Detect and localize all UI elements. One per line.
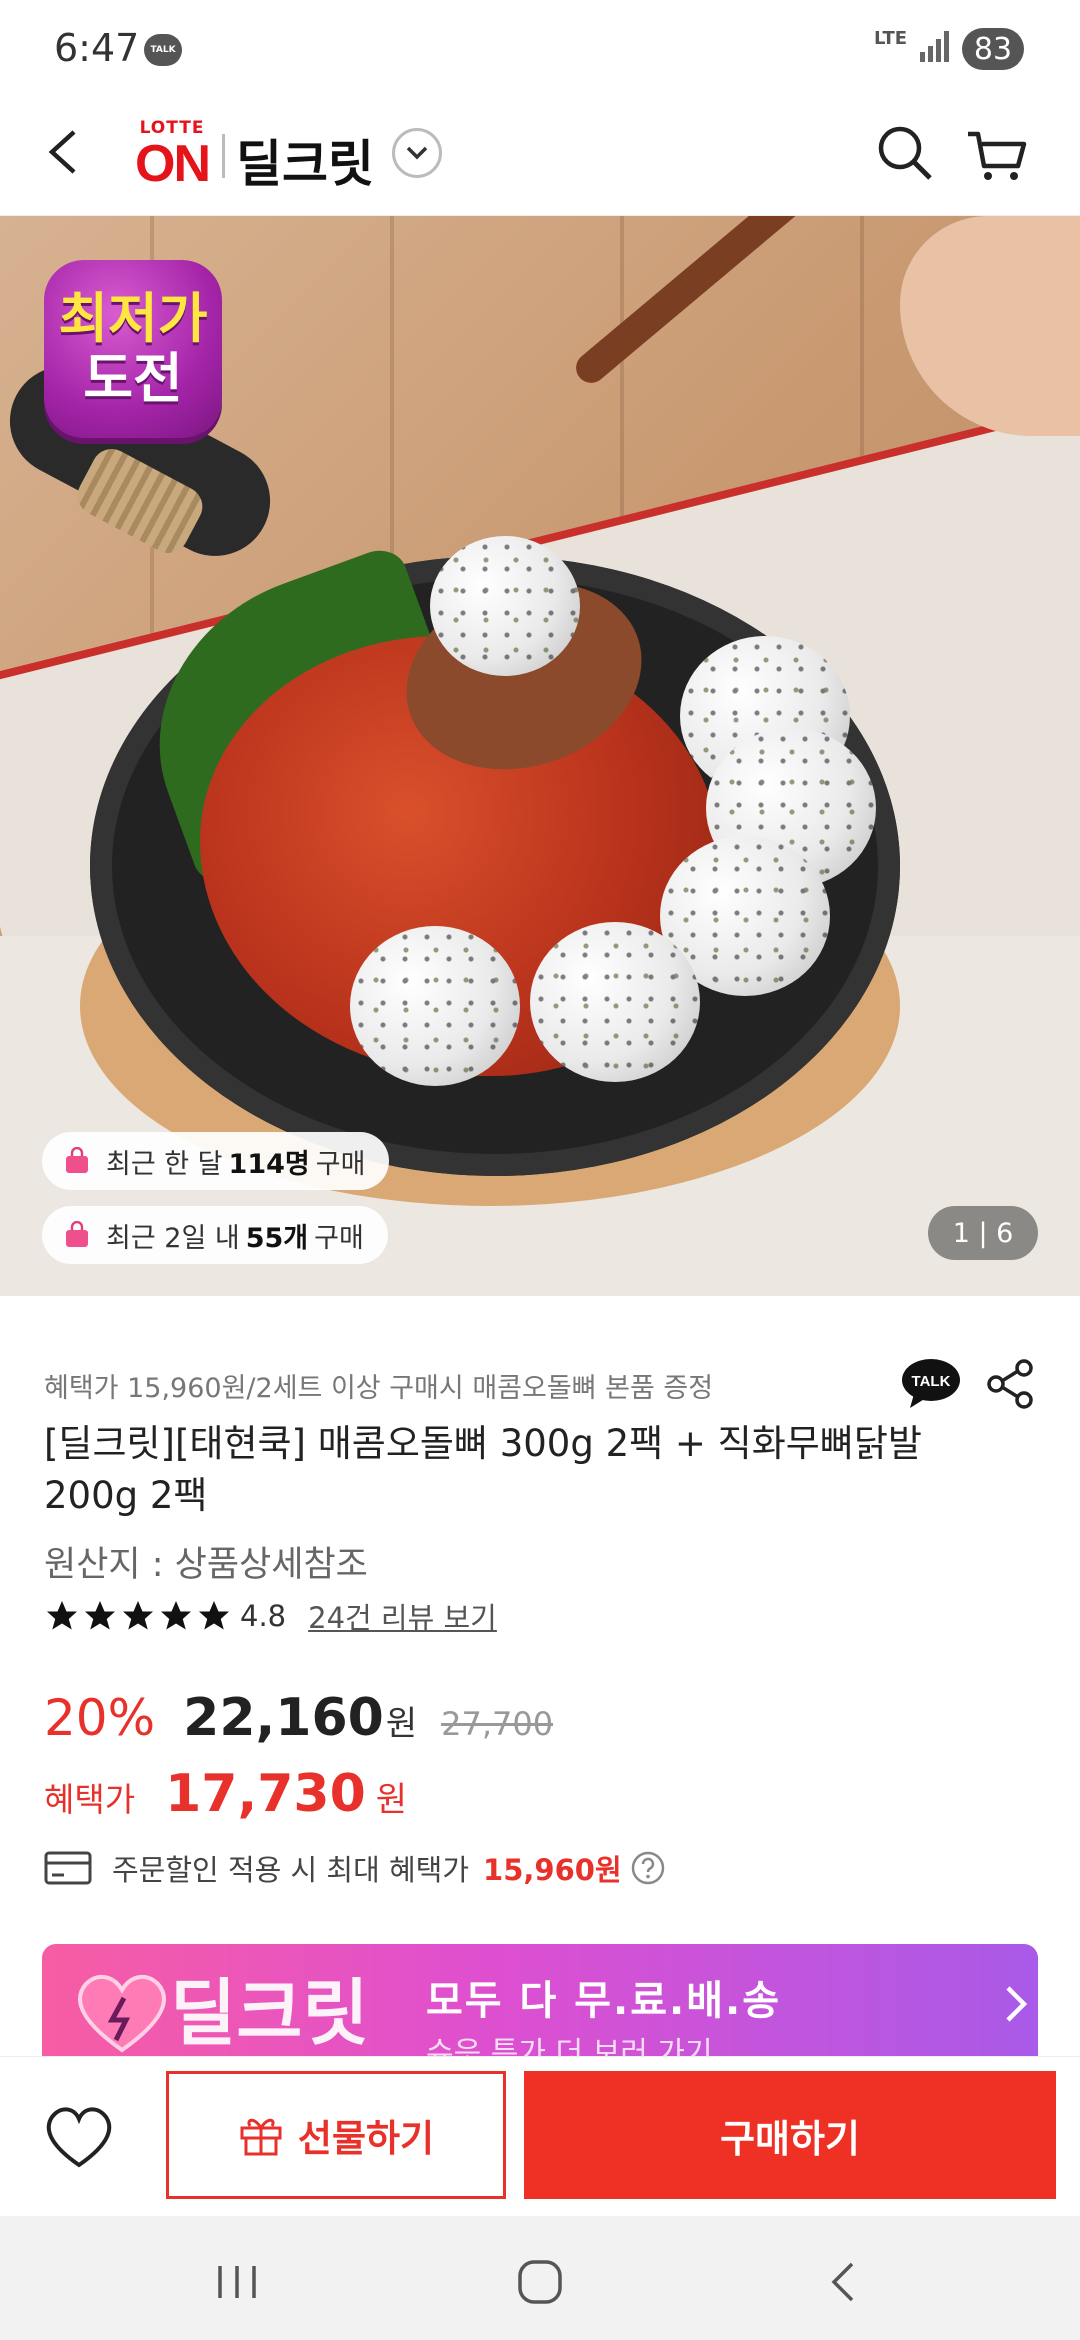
credit-card-icon: [44, 1851, 92, 1885]
lowest-price-challenge-badge: 최저가 도전: [44, 260, 222, 438]
promo-subtitle: 슈읏 특가 더 보러 가기: [426, 2036, 713, 2056]
help-icon[interactable]: [630, 1850, 666, 1886]
signal-icon: [920, 31, 949, 62]
promo-brand: 딜크릿: [170, 1971, 369, 2055]
talk-icon-label: TALK: [912, 1373, 951, 1390]
star-icon: [199, 1601, 229, 1630]
system-back-icon[interactable]: [822, 2256, 862, 2308]
star-icon: [123, 1601, 153, 1630]
product-origin: 원산지 : 상품상세참조: [44, 1545, 368, 1585]
heart-icon[interactable]: [40, 2101, 118, 2173]
promo-title: 모두 다 무.료.배.송: [426, 1978, 782, 2024]
benefit-price-row: 혜택가 17,730 원: [44, 1764, 407, 1834]
product-detail-screen: 6:47 TALK LTE 83 LOTTE ON 딜크릿 최저가 도전 최근 …: [0, 0, 1080, 2340]
price-row: 20% 22,160 원 27,700: [44, 1688, 553, 1754]
talk-chat-icon[interactable]: TALK: [900, 1356, 962, 1412]
sale-price: 22,160: [183, 1688, 384, 1748]
stat-suffix: 구매: [314, 1222, 364, 1254]
buy-button-label: 구매하기: [720, 2116, 860, 2161]
product-title: [딜크릿][태현쿡] 매콤오돌뼈 300g 2팩 + 직화무뼈닭발 200g 2…: [44, 1422, 922, 1517]
brand-dropdown-button[interactable]: [392, 128, 442, 178]
stat-value: 114명: [228, 1148, 310, 1180]
purchase-stat-month: 최근 한 달 114명 구매: [42, 1132, 390, 1190]
app-header: LOTTE ON 딜크릿: [0, 100, 1080, 216]
badge-line1: 최저가: [58, 287, 208, 350]
benefit-price-label: 혜택가: [44, 1780, 136, 1819]
stat-prefix: 최근 한 달: [106, 1148, 223, 1180]
badge-line2: 도전: [83, 347, 183, 410]
gift-button-label: 선물하기: [297, 2117, 435, 2160]
rating-value: 4.8: [240, 1599, 287, 1633]
max-benefit-text: 주문할인 적용 시 최대 혜택가: [112, 1853, 470, 1887]
hand: [900, 216, 1080, 436]
brand-title[interactable]: 딜크릿: [236, 124, 374, 196]
purchase-stat-2days: 최근 2일 내 55개 구매: [42, 1206, 388, 1264]
image-page-indicator: 1 | 6: [928, 1206, 1038, 1260]
benefit-price-unit: 원: [375, 1780, 408, 1820]
purchase-action-bar: 선물하기 구매하기: [0, 2056, 1080, 2216]
stat-prefix: 최근 2일 내: [106, 1222, 240, 1254]
product-image-carousel[interactable]: 최저가 도전 최근 한 달 114명 구매 최근 2일 내 55개 구매 1 |…: [0, 216, 1080, 1296]
rating-row: 4.8 24건 리뷰 보기: [44, 1594, 497, 1638]
back-arrow-icon[interactable]: [34, 122, 94, 182]
star-icon: [161, 1601, 191, 1630]
discount-rate: 20%: [44, 1689, 156, 1747]
recent-apps-icon[interactable]: [212, 2262, 262, 2302]
shopping-bag-icon: [66, 1221, 88, 1247]
cart-icon[interactable]: [964, 122, 1030, 188]
free-shipping-promo-banner[interactable]: 딜크릿 모두 다 무.료.배.송 슈읏 특가 더 보러 가기: [42, 1944, 1038, 2056]
chevron-down-icon: [406, 146, 428, 160]
lotte-on-logo[interactable]: LOTTE ON: [124, 118, 220, 194]
home-icon[interactable]: [514, 2256, 566, 2308]
brand-divider: [222, 134, 225, 178]
gift-icon: [240, 2118, 282, 2156]
lte-indicator: LTE: [874, 28, 908, 49]
status-bar: 6:47 TALK LTE 83: [0, 0, 1080, 96]
star-icon: [85, 1601, 115, 1630]
logo-on-text: ON: [135, 135, 211, 193]
share-icon[interactable]: [984, 1356, 1038, 1412]
review-link[interactable]: 24건 리뷰 보기: [308, 1595, 497, 1637]
stat-value: 55개: [245, 1222, 309, 1254]
rice-ball: [350, 926, 520, 1086]
battery-indicator: 83: [962, 28, 1024, 70]
shopping-bag-icon: [66, 1147, 88, 1173]
kakaotalk-notification-icon: TALK: [144, 34, 182, 66]
search-icon[interactable]: [872, 120, 938, 186]
system-navigation-bar: [0, 2216, 1080, 2340]
original-price: 27,700: [441, 1705, 554, 1743]
buy-button[interactable]: 구매하기: [524, 2071, 1056, 2199]
rice-ball-on-spoon: [430, 536, 580, 676]
chevron-right-icon: [1006, 1986, 1028, 2022]
max-benefit-row[interactable]: 주문할인 적용 시 최대 혜택가 15,960원: [44, 1846, 666, 1890]
heart-lock-icon: [78, 1974, 166, 2053]
benefit-price: 17,730: [165, 1764, 366, 1824]
star-icon: [47, 1601, 77, 1630]
max-benefit-price: 15,960원: [483, 1853, 622, 1887]
gift-button[interactable]: 선물하기: [166, 2071, 506, 2199]
sale-price-unit: 원: [385, 1704, 418, 1744]
benefit-notice: 혜택가 15,960원/2세트 이상 구매시 매콤오돌뼈 본품 증정: [44, 1373, 714, 1404]
stat-suffix: 구매: [315, 1148, 366, 1180]
rice-ball: [530, 922, 700, 1082]
status-time: 6:47: [54, 26, 140, 70]
